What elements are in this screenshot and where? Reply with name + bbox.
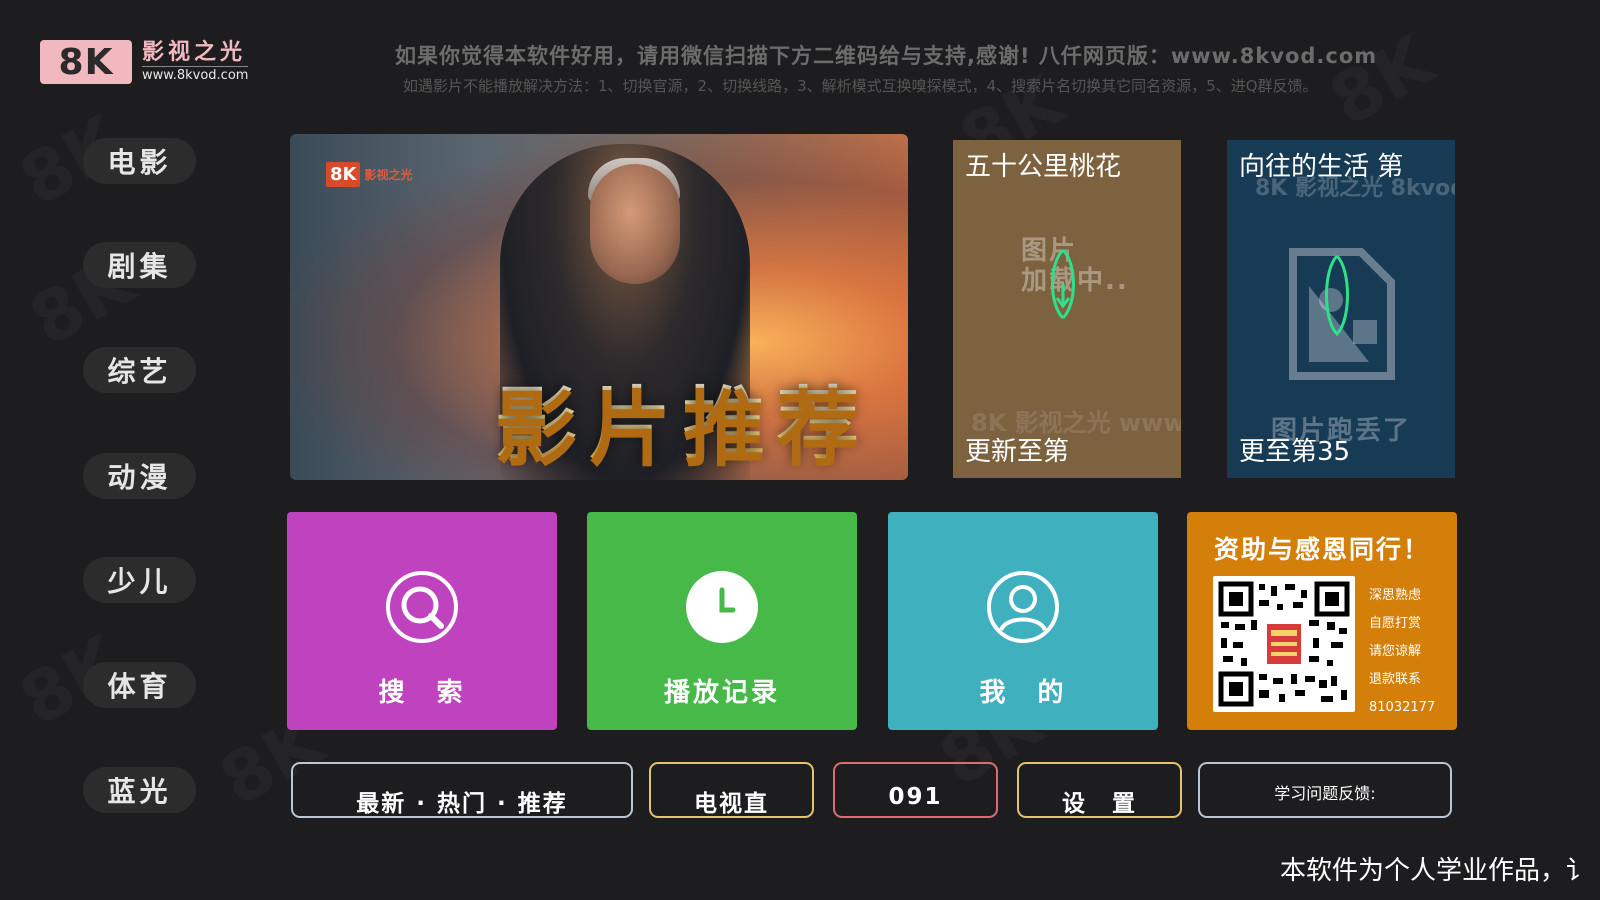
banner-logo-mark: 8K <box>326 162 361 187</box>
profile-tile[interactable]: 我 的 <box>888 512 1158 730</box>
profile-tile-label: 我 的 <box>979 678 1067 708</box>
poster-title: 向往的生活 第 <box>1239 152 1404 182</box>
poster-card[interactable]: 8K 影视之光 8kvod.com 图片跑丢了 向往的生活 第 更至第35 <box>1227 140 1455 478</box>
sidebar-item-kids[interactable]: 少儿 <box>83 557 196 603</box>
sidebar-item-series[interactable]: 剧集 <box>83 242 196 288</box>
donate-notes: 深思熟虑 自愿打赏 请您谅解 退款联系 81032177 <box>1369 582 1435 722</box>
button-label: 最新 · 热门 · 推荐 <box>356 791 568 817</box>
logo-mark-text: 8K <box>58 41 114 83</box>
donate-note: 请您谅解 <box>1369 644 1422 659</box>
feedback-button[interactable]: 学习问题反馈: <box>1198 762 1452 818</box>
sidebar-item-movies[interactable]: 电影 <box>83 138 196 184</box>
button-label: 电视直 <box>694 791 769 817</box>
background-watermark: 8K <box>1316 20 1446 142</box>
banner-title: 影片推荐 <box>495 359 871 478</box>
donate-title: 资助与感恩同行！ <box>1213 535 1430 564</box>
button-label: 设 置 <box>1062 791 1137 817</box>
clock-icon <box>686 571 758 643</box>
qr-code-image <box>1213 576 1355 712</box>
donate-note: 深思熟虑 <box>1369 588 1422 603</box>
broken-image-icon <box>1289 248 1395 380</box>
history-tile-label: 播放记录 <box>663 678 780 708</box>
poster-update-status: 更新至第 <box>965 437 1070 467</box>
source-091-button[interactable]: 091 <box>833 762 998 818</box>
user-icon <box>987 571 1059 643</box>
sidebar-item-anime[interactable]: 动漫 <box>83 453 196 499</box>
header-tips: 如遇影片不能播放解决方法：1、切换官源，2、切换线路，3、解析模式互换嗅探模式，… <box>403 77 1318 95</box>
banner-logo-name: 影视之光 <box>364 168 413 182</box>
live-tv-button[interactable]: 电视直 <box>649 762 814 818</box>
header-notice: 如果你觉得本软件好用，请用微信扫描下方二维码给与支持,感谢! 八仟网页版：www… <box>395 44 1378 68</box>
sidebar-item-variety[interactable]: 综艺 <box>83 347 196 393</box>
settings-button[interactable]: 设 置 <box>1017 762 1182 818</box>
history-tile[interactable]: 播放记录 <box>587 512 857 730</box>
featured-banner[interactable]: 8K 影视之光 影片推荐 <box>290 134 908 480</box>
donate-note: 自愿打赏 <box>1369 616 1422 631</box>
logo-url: www.8kvod.com <box>142 66 249 83</box>
app-logo: 8K 影视之光 www.8kvod.com <box>40 40 249 84</box>
banner-logo: 8K 影视之光 <box>326 162 413 187</box>
poster-update-status: 更至第35 <box>1239 437 1351 467</box>
logo-name: 影视之光 <box>142 40 247 65</box>
logo-mark: 8K <box>40 40 132 84</box>
latest-hot-recommend-button[interactable]: 最新 · 热门 · 推荐 <box>291 762 633 818</box>
poster-title: 五十公里桃花 <box>965 152 1122 182</box>
scrolling-notice: 本软件为个人学业作品，讠 <box>1280 856 1593 886</box>
button-label: 091 <box>888 784 943 810</box>
donate-note: 退款联系 <box>1369 672 1422 687</box>
search-icon <box>386 571 458 643</box>
sidebar-item-sports[interactable]: 体育 <box>83 662 196 708</box>
poster-card[interactable]: 图片加载中.. 8K 影视之光 www.8kvod.com 五十公里桃花 更新至… <box>953 140 1181 478</box>
donate-contact-number: 81032177 <box>1369 700 1436 715</box>
search-tile-label: 搜 索 <box>378 678 466 708</box>
donate-tile[interactable]: 资助与感恩同行！ 深思熟虑 自愿打赏 请您谅解 退款联系 81032177 <box>1187 512 1457 730</box>
banner-figure-face <box>590 164 680 284</box>
search-tile[interactable]: 搜 索 <box>287 512 557 730</box>
sidebar-item-bluray[interactable]: 蓝光 <box>83 767 196 813</box>
button-label: 学习问题反馈: <box>1274 784 1376 803</box>
loading-spinner-icon <box>1051 248 1075 320</box>
